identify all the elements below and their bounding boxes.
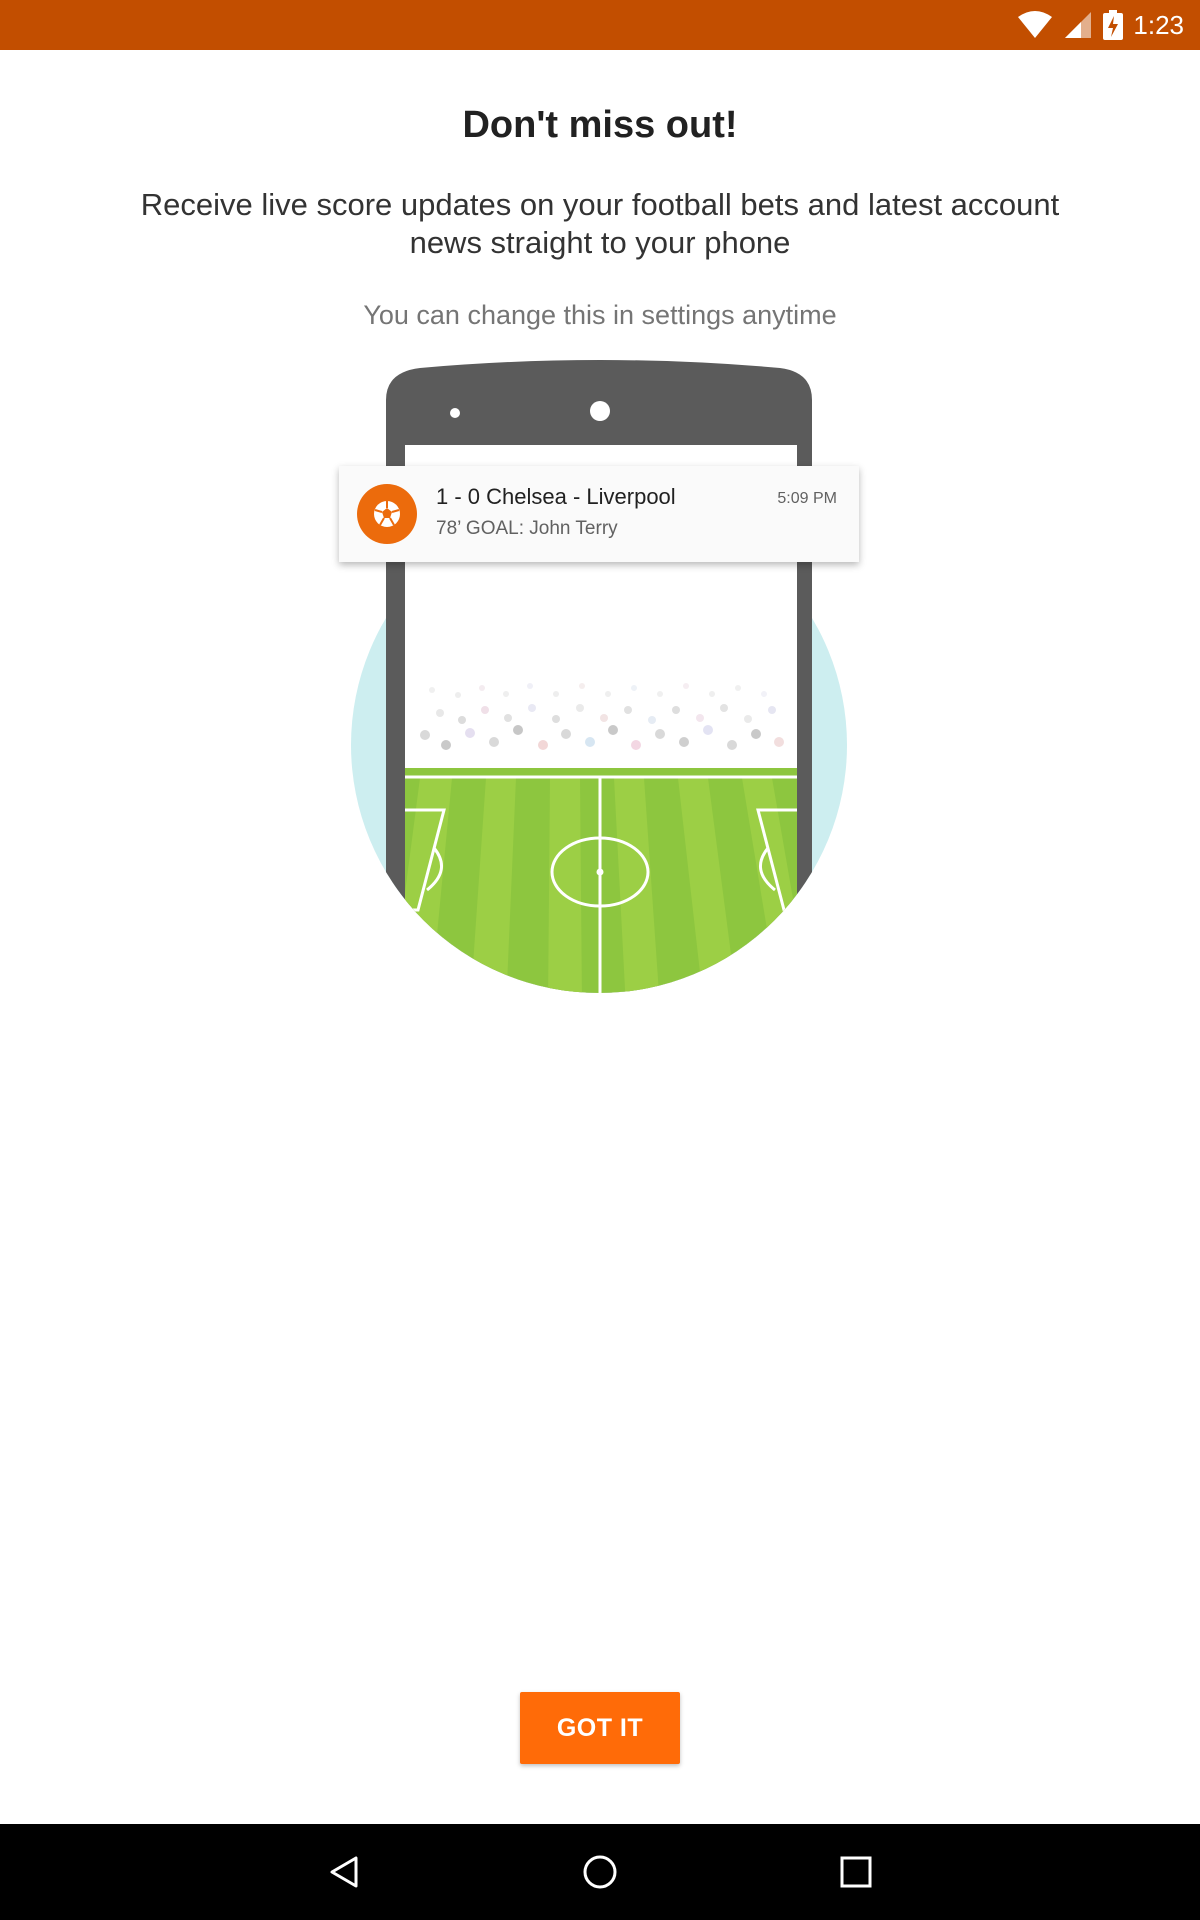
football-icon <box>357 484 417 544</box>
wifi-icon <box>1018 11 1053 38</box>
clock: 1:23 <box>1133 9 1184 40</box>
description-text: Receive live score updates on your footb… <box>140 187 1060 260</box>
status-bar: 1:23 <box>0 0 1200 50</box>
notification-time: 5:09 PM <box>777 490 837 507</box>
page-title: Don't miss out! <box>462 104 738 146</box>
back-icon[interactable] <box>314 1842 374 1902</box>
home-icon[interactable] <box>570 1842 630 1902</box>
battery-charging-icon <box>1103 10 1124 40</box>
notification-card[interactable]: 1 - 0 Chelsea - Liverpool 78’ GOAL: John… <box>339 466 859 562</box>
settings-hint: You can change this in settings anytime <box>363 300 837 330</box>
recents-icon[interactable] <box>826 1842 886 1902</box>
status-icons: 1:23 <box>1017 0 1184 50</box>
phone-camera <box>590 401 610 421</box>
got-it-button[interactable]: GOT IT <box>520 1692 680 1764</box>
notification-title: 1 - 0 Chelsea - Liverpool <box>436 484 676 509</box>
cell-signal-icon <box>1065 12 1092 38</box>
phone-stadium-illustration <box>351 360 847 993</box>
notification-subtitle: 78’ GOAL: John Terry <box>436 518 618 539</box>
phone-speaker <box>450 408 460 418</box>
navigation-bar <box>0 1824 1200 1920</box>
